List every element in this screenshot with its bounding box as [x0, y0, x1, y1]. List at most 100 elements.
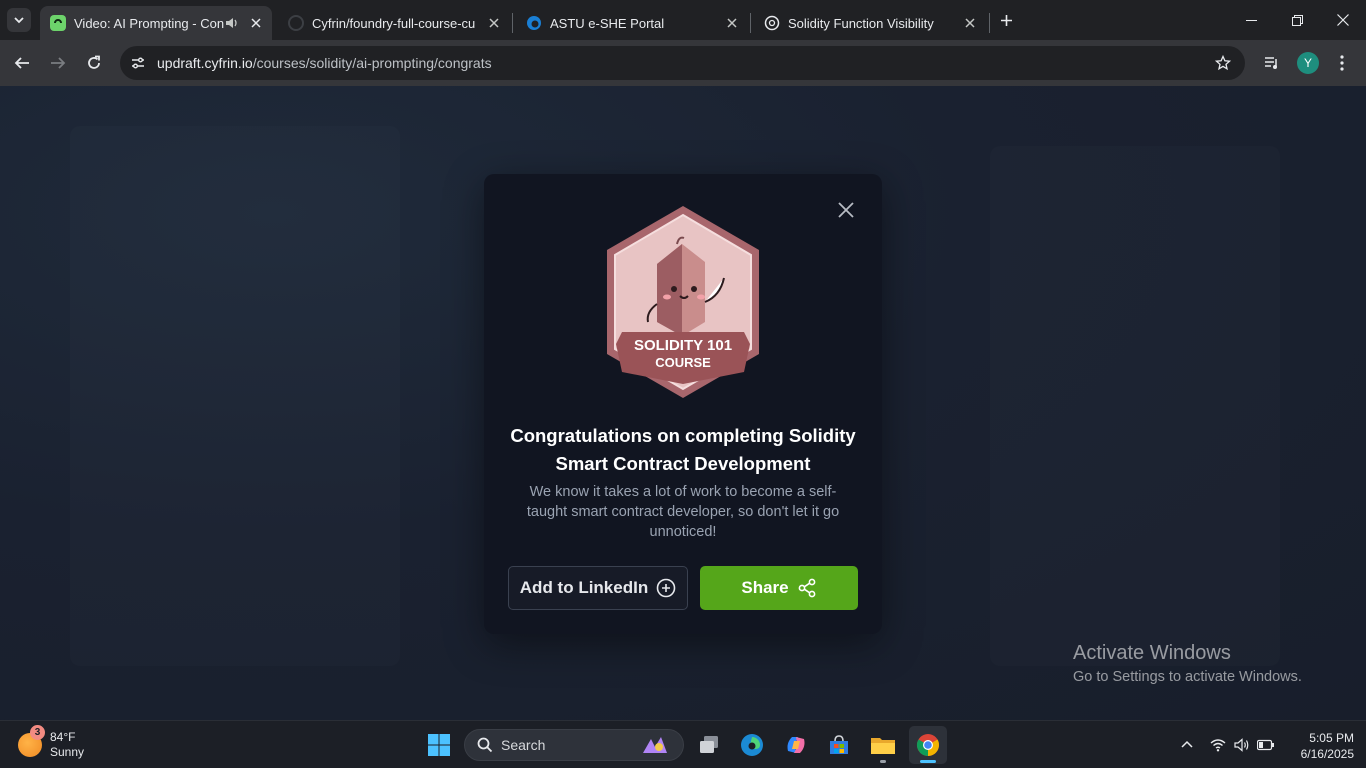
- badge-subtitle: COURSE: [655, 355, 711, 370]
- tab-title: Cyfrin/foundry-full-course-cu: [312, 15, 476, 31]
- arrow-right-icon: [51, 57, 66, 69]
- sun-icon: 3: [18, 725, 45, 757]
- running-indicator: [880, 760, 886, 763]
- copilot-taskbar-button[interactable]: [777, 726, 815, 764]
- profile-avatar[interactable]: Y: [1297, 52, 1319, 74]
- tab-title: Video: AI Prompting - Cong: [74, 15, 224, 31]
- activate-windows-watermark: Activate Windows Go to Settings to activ…: [1073, 642, 1302, 685]
- forward-button[interactable]: [44, 49, 72, 77]
- openai-icon: [764, 15, 780, 31]
- playlist-icon: [1265, 57, 1277, 69]
- background-panel: [990, 146, 1280, 666]
- wifi-button[interactable]: [1208, 735, 1228, 755]
- weather-condition: Sunny: [50, 745, 85, 759]
- speaker-icon[interactable]: [224, 15, 240, 31]
- notification-badge: 3: [30, 725, 45, 740]
- restore-icon: [1291, 14, 1303, 26]
- windows-logo-icon: [428, 734, 450, 756]
- media-controls-button[interactable]: [1260, 51, 1284, 75]
- search-highlight-icon: [643, 737, 667, 753]
- search-icon: [477, 737, 493, 753]
- search-label: Search: [501, 737, 546, 753]
- restore-button[interactable]: [1274, 0, 1320, 40]
- modal-description: We know it takes a lot of work to become…: [526, 484, 840, 540]
- tab-strip: Video: AI Prompting - Cong Cyfrin/foundr…: [0, 0, 1366, 40]
- edge-icon: [526, 15, 542, 31]
- wifi-icon: [1210, 739, 1226, 752]
- back-button[interactable]: [8, 49, 36, 77]
- file-explorer-taskbar-button[interactable]: [864, 726, 902, 764]
- badge-title: SOLIDITY 101: [634, 337, 732, 354]
- weather-widget[interactable]: 3 84°F Sunny: [18, 725, 84, 760]
- chevron-down-icon: [14, 17, 24, 24]
- battery-button[interactable]: [1256, 735, 1276, 755]
- plus-icon: [1000, 14, 1012, 26]
- edge-taskbar-button[interactable]: [733, 726, 771, 764]
- modal-title: Congratulations on completing Solidity S…: [510, 425, 856, 474]
- store-taskbar-button[interactable]: [820, 726, 858, 764]
- task-view-icon: [700, 736, 718, 753]
- close-tab-icon[interactable]: [248, 15, 264, 31]
- more-vertical-icon: [1340, 55, 1344, 71]
- tab-foundry-course[interactable]: Cyfrin/foundry-full-course-cu: [278, 6, 510, 40]
- congrats-modal: SOLIDITY 101 COURSE Congratulations on c…: [484, 174, 882, 634]
- tab-astu-portal[interactable]: ASTU e-SHE Portal: [516, 6, 748, 40]
- close-window-button[interactable]: [1320, 0, 1366, 40]
- chrome-menu-button[interactable]: [1330, 51, 1354, 75]
- tab-separator: [750, 13, 751, 33]
- url-path: /courses/solidity/ai-prompting/congrats: [252, 55, 492, 71]
- volume-icon: [1234, 738, 1249, 752]
- task-view-button[interactable]: [690, 726, 728, 764]
- chrome-icon: [917, 734, 939, 756]
- show-hidden-icons-button[interactable]: [1177, 735, 1197, 755]
- reload-button[interactable]: [80, 49, 108, 77]
- chevron-up-icon: [1181, 740, 1193, 748]
- site-info-icon[interactable]: [128, 53, 148, 73]
- minimize-button[interactable]: [1228, 0, 1274, 40]
- close-modal-button[interactable]: [834, 198, 858, 222]
- new-tab-button[interactable]: [995, 9, 1017, 31]
- address-bar[interactable]: updraft.cyfrin.io/courses/solidity/ai-pr…: [120, 46, 1245, 80]
- minimize-icon: [1245, 19, 1257, 21]
- background-panel: [70, 126, 400, 666]
- reload-icon: [88, 55, 100, 69]
- page-backdrop: SOLIDITY 101 COURSE Congratulations on c…: [0, 86, 1366, 720]
- share-icon: [797, 578, 817, 598]
- active-indicator: [920, 760, 936, 763]
- close-icon: [1337, 14, 1349, 26]
- close-tab-icon[interactable]: [486, 15, 502, 31]
- chrome-taskbar-button[interactable]: [909, 726, 947, 764]
- system-clock[interactable]: 5:05 PM 6/16/2025: [1284, 730, 1354, 762]
- edge-icon: [741, 734, 763, 756]
- url-text: updraft.cyfrin.io/courses/solidity/ai-pr…: [157, 55, 492, 71]
- close-tab-icon[interactable]: [724, 15, 740, 31]
- url-host: updraft.cyfrin.io: [157, 55, 253, 71]
- battery-icon: [1257, 739, 1274, 751]
- tab-ai-prompting[interactable]: Video: AI Prompting - Cong: [40, 6, 272, 40]
- watermark-title: Activate Windows: [1073, 642, 1231, 664]
- tab-search-button[interactable]: [7, 8, 31, 32]
- watermark-subtitle: Go to Settings to activate Windows.: [1073, 669, 1302, 685]
- taskbar-search[interactable]: Search: [464, 729, 684, 761]
- tab-title: ASTU e-SHE Portal: [550, 15, 665, 31]
- store-icon: [830, 735, 848, 754]
- copilot-icon: [787, 737, 805, 753]
- tab-solidity-visibility[interactable]: Solidity Function Visibility: [754, 6, 986, 40]
- clock-date: 6/16/2025: [1300, 747, 1354, 761]
- bookmark-star-icon[interactable]: [1213, 53, 1233, 73]
- updraft-icon: [50, 15, 66, 31]
- tab-separator: [989, 13, 990, 33]
- weather-text: 84°F Sunny: [50, 730, 84, 760]
- start-button[interactable]: [420, 726, 458, 764]
- course-badge-image: SOLIDITY 101 COURSE: [607, 206, 759, 398]
- volume-button[interactable]: [1232, 735, 1252, 755]
- button-label: Add to LinkedIn: [519, 578, 649, 597]
- close-tab-icon[interactable]: [962, 15, 978, 31]
- add-to-linkedin-button[interactable]: Add to LinkedIn: [508, 566, 688, 610]
- weather-temperature: 84°F: [50, 730, 76, 744]
- windows-taskbar: 3 84°F Sunny Search 5:05 PM 6/16/2025: [0, 720, 1366, 768]
- share-button[interactable]: Share: [700, 566, 858, 610]
- plus-circle-icon: [656, 578, 676, 598]
- arrow-left-icon: [14, 57, 29, 69]
- github-icon: [288, 15, 304, 31]
